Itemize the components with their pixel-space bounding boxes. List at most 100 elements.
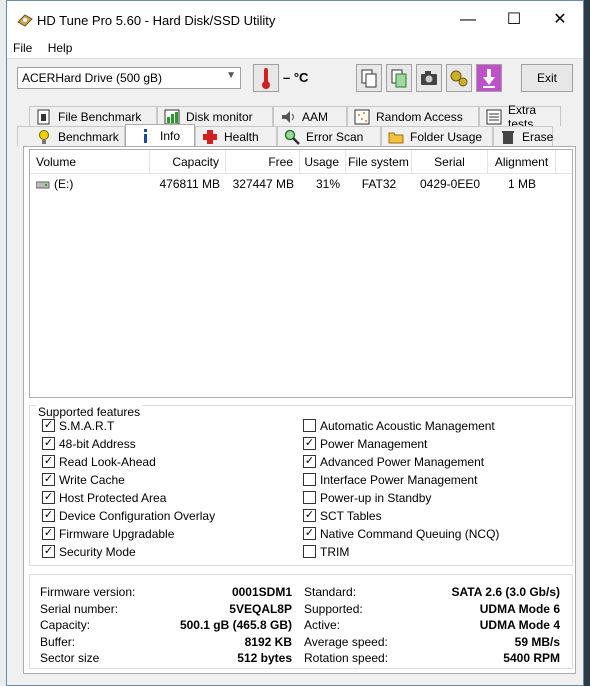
checkmark-icon[interactable]: ✓ bbox=[303, 437, 316, 451]
tab-health[interactable]: Health bbox=[195, 126, 277, 146]
feature-checkbox-right-4[interactable]: Power-up in Standby bbox=[303, 490, 431, 508]
info-label: Buffer: bbox=[40, 634, 76, 649]
info-value: 0001SDM1 bbox=[231, 585, 292, 599]
tab-info[interactable]: Info bbox=[125, 124, 195, 146]
screenshot-button[interactable] bbox=[416, 64, 442, 92]
tab-disk-monitor[interactable]: Disk monitor bbox=[157, 106, 273, 126]
feature-checkbox-left-5[interactable]: ✓ Device Configuration Overlay bbox=[42, 508, 215, 526]
col-volume[interactable]: Volume bbox=[30, 150, 150, 174]
title-bar: HD Tune Pro 5.60 - Hard Disk/SSD Utility… bbox=[7, 1, 583, 39]
drive-icon bbox=[35, 181, 50, 189]
feature-checkbox-right-3[interactable]: Interface Power Management bbox=[303, 472, 477, 490]
info-value: 8192 KB bbox=[244, 634, 292, 649]
feature-label: Native Command Queuing (NCQ) bbox=[320, 527, 500, 541]
info-value: 500.1 gB (465.8 GB) bbox=[179, 618, 292, 632]
tab-aam[interactable]: AAM bbox=[273, 106, 347, 126]
tab-row-bottom: Benchmark Info Health Error Scan Folder … bbox=[17, 124, 553, 146]
unchecked-box[interactable] bbox=[303, 419, 316, 433]
col-usage[interactable]: Usage bbox=[300, 150, 346, 174]
col-capacity[interactable]: Capacity bbox=[150, 150, 226, 174]
lightbulb-icon bbox=[36, 129, 52, 145]
volume-table-header: Volume Capacity Free Usage File system S… bbox=[30, 150, 572, 174]
feature-label: TRIM bbox=[320, 545, 350, 559]
tab-error-scan[interactable]: Error Scan bbox=[277, 126, 381, 146]
info-label: Supported: bbox=[304, 601, 363, 616]
tab-random-access[interactable]: Random Access bbox=[347, 106, 479, 126]
maximize-button[interactable]: ☐ bbox=[491, 1, 537, 39]
unchecked-box[interactable] bbox=[303, 473, 316, 487]
chevron-down-icon: ▼ bbox=[226, 70, 236, 81]
supported-features-group: Supported features ✓ S.M.A.R.T ✓ 48-bit Add… bbox=[29, 405, 573, 566]
usage-cell: 31% bbox=[315, 177, 340, 191]
red-cross-icon bbox=[202, 129, 218, 145]
feature-checkbox-left-7[interactable]: ✓ Security Mode bbox=[42, 544, 136, 562]
close-button[interactable]: ✕ bbox=[537, 1, 583, 39]
tab-strip: File Benchmark Disk monitor AAM Random A… bbox=[17, 103, 575, 148]
tab-benchmark[interactable]: Benchmark bbox=[17, 126, 125, 146]
checkmark-icon[interactable]: ✓ bbox=[303, 527, 316, 541]
info-label: Serial number: bbox=[40, 601, 119, 616]
drive-info-group: Firmware version: 0001SDM1 Serial number: 5… bbox=[29, 574, 573, 669]
menu-help[interactable]: Help bbox=[42, 39, 79, 57]
tab-extra-tests[interactable]: Extra tests bbox=[479, 103, 561, 131]
checkmark-icon[interactable]: ✓ bbox=[303, 455, 316, 469]
tab-folder-usage[interactable]: Folder Usage bbox=[381, 126, 493, 146]
info-value: 5VEQAL8P bbox=[229, 601, 292, 616]
tab-row-top: File Benchmark Disk monitor AAM Random A… bbox=[29, 103, 561, 131]
feature-checkbox-left-1[interactable]: ✓ 48-bit Address bbox=[42, 436, 136, 454]
minimize-button[interactable]: — bbox=[445, 1, 491, 39]
feature-checkbox-right-5[interactable]: ✓ SCT Tables bbox=[303, 508, 382, 526]
feature-checkbox-left-3[interactable]: ✓ Write Cache bbox=[42, 472, 125, 490]
tab-file-benchmark[interactable]: File Benchmark bbox=[29, 106, 157, 126]
feature-checkbox-right-2[interactable]: ✓ Advanced Power Management bbox=[303, 454, 484, 472]
capacity-cell: 476811 MB bbox=[159, 177, 221, 191]
feature-label: Power Management bbox=[320, 437, 428, 451]
feature-checkbox-right-6[interactable]: ✓ Native Command Queuing (NCQ) bbox=[303, 526, 499, 544]
info-label: Standard: bbox=[304, 585, 357, 599]
checkmark-icon[interactable]: ✓ bbox=[303, 509, 316, 523]
col-free[interactable]: Free bbox=[226, 150, 300, 174]
checkmark-icon[interactable]: ✓ bbox=[42, 437, 55, 451]
feature-checkbox-left-6[interactable]: ✓ Firmware Upgradable bbox=[42, 526, 174, 544]
checkmark-icon[interactable]: ✓ bbox=[42, 545, 55, 559]
volume-table[interactable]: Volume Capacity Free Usage File system S… bbox=[29, 149, 573, 398]
extra-tests-icon bbox=[486, 109, 502, 125]
checkmark-icon[interactable]: ✓ bbox=[42, 455, 55, 469]
options-button[interactable] bbox=[446, 64, 472, 92]
save-button[interactable] bbox=[476, 64, 502, 92]
unchecked-box[interactable] bbox=[303, 545, 316, 559]
copy-text-button[interactable] bbox=[356, 64, 382, 92]
feature-checkbox-left-2[interactable]: ✓ Read Look-Ahead bbox=[42, 454, 156, 472]
free-cell: 327447 MB bbox=[232, 177, 294, 191]
col-alignment[interactable]: Alignment bbox=[488, 150, 556, 174]
download-arrow-icon bbox=[483, 69, 495, 88]
info-value: UDMA Mode 4 bbox=[479, 618, 560, 632]
checkmark-icon[interactable]: ✓ bbox=[42, 473, 55, 487]
feature-checkbox-right-7[interactable]: TRIM bbox=[303, 544, 349, 562]
table-row[interactable]: (E:) 476811 MB 327447 MB 31% FAT32 0429-… bbox=[30, 174, 572, 194]
menu-file[interactable]: File bbox=[7, 39, 38, 57]
drive-select[interactable]: ACERHard Drive (500 gB) ▼ bbox=[17, 67, 241, 89]
app-disk-icon bbox=[17, 14, 33, 27]
unchecked-box[interactable] bbox=[303, 491, 316, 505]
copy-all-button[interactable] bbox=[386, 64, 412, 92]
checkmark-icon[interactable]: ✓ bbox=[42, 527, 55, 541]
feature-label: S.M.A.R.T bbox=[59, 419, 115, 433]
exit-button[interactable]: Exit bbox=[521, 64, 573, 92]
col-serial[interactable]: Serial bbox=[412, 150, 488, 174]
temperature-readout: – °C bbox=[283, 70, 309, 85]
info-label: Firmware version: bbox=[40, 585, 136, 599]
tab-erase[interactable]: Erase bbox=[493, 126, 553, 146]
feature-checkbox-left-4[interactable]: ✓ Host Protected Area bbox=[42, 490, 166, 508]
feature-label: Read Look-Ahead bbox=[59, 455, 156, 469]
checkmark-icon[interactable]: ✓ bbox=[42, 509, 55, 523]
temperature-button[interactable] bbox=[253, 64, 279, 92]
feature-checkbox-right-0[interactable]: Automatic Acoustic Management bbox=[303, 418, 495, 436]
serial-cell: 0429-0EE0 bbox=[419, 177, 481, 191]
col-file-system[interactable]: File system bbox=[346, 150, 412, 174]
checkmark-icon[interactable]: ✓ bbox=[42, 491, 55, 505]
checkmark-icon[interactable]: ✓ bbox=[42, 419, 55, 433]
disk-monitor-icon bbox=[164, 109, 180, 125]
feature-checkbox-left-0[interactable]: ✓ S.M.A.R.T bbox=[42, 418, 114, 436]
feature-checkbox-right-1[interactable]: ✓ Power Management bbox=[303, 436, 427, 454]
